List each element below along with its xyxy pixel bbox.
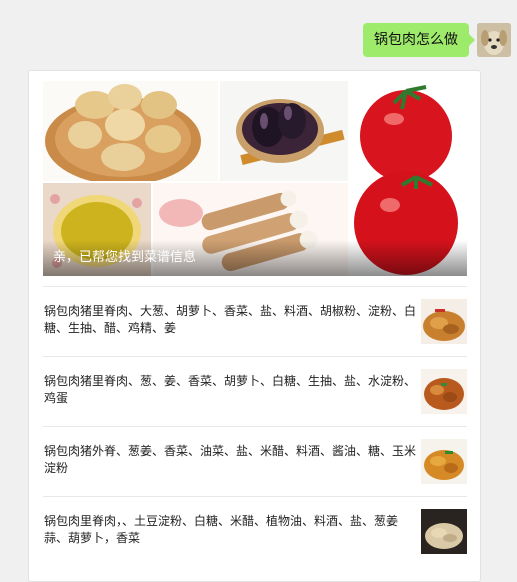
- recipe-item-3[interactable]: 锅包肉猪外脊、葱姜、香菜、油菜、盐、米醋、料酒、酱油、糖、玉米淀粉: [43, 426, 467, 496]
- result-caption: 亲，已帮您找到菜谱信息: [43, 240, 467, 276]
- recipe-thumbnail: [421, 299, 467, 344]
- recipe-collage[interactable]: 亲，已帮您找到菜谱信息: [43, 81, 467, 276]
- recipe-thumbnail: [421, 509, 467, 554]
- recipe-ingredients: 锅包肉里脊肉，、土豆淀粉、白糖、米醋、植物油、料酒、盐、葱姜蒜、葫萝卜，香菜: [44, 514, 399, 545]
- recipe-item-1[interactable]: 锅包肉猪里脊肉、大葱、胡萝卜、香菜、盐、料酒、胡椒粉、淀粉、白糖、生抽、醋、鸡精…: [43, 286, 467, 356]
- dog-avatar-icon: [477, 23, 511, 57]
- recipe-item-4[interactable]: 锅包肉里脊肉，、土豆淀粉、白糖、米醋、植物油、料酒、盐、葱姜蒜、葫萝卜，香菜: [43, 496, 467, 566]
- recipe-thumbnail: [421, 439, 467, 484]
- message-bubble[interactable]: 锅包肉怎么做: [363, 23, 475, 57]
- potatoes-image: [43, 81, 218, 181]
- recipe-ingredients: 锅包肉猪里脊肉、大葱、胡萝卜、香菜、盐、料酒、胡椒粉、淀粉、白糖、生抽、醋、鸡精…: [44, 304, 417, 335]
- recipe-item-2[interactable]: 锅包肉猪里脊肉、葱、姜、香菜、胡萝卜、白糖、生抽、盐、水淀粉、鸡蛋: [43, 356, 467, 426]
- recipe-ingredients: 锅包肉猪外脊、葱姜、香菜、油菜、盐、米醋、料酒、酱油、糖、玉米淀粉: [44, 444, 417, 475]
- eggplant-image: [220, 81, 348, 181]
- recipe-ingredients: 锅包肉猪里脊肉、葱、姜、香菜、胡萝卜、白糖、生抽、盐、水淀粉、鸡蛋: [44, 374, 417, 405]
- user-avatar[interactable]: [477, 23, 511, 57]
- recipe-card[interactable]: 亲，已帮您找到菜谱信息 锅包肉猪里脊肉、大葱、胡萝卜、香菜、盐、料酒、胡椒粉、淀…: [28, 70, 481, 582]
- recipe-list: 锅包肉猪里脊肉、大葱、胡萝卜、香菜、盐、料酒、胡椒粉、淀粉、白糖、生抽、醋、鸡精…: [43, 286, 467, 566]
- recipe-thumbnail: [421, 369, 467, 414]
